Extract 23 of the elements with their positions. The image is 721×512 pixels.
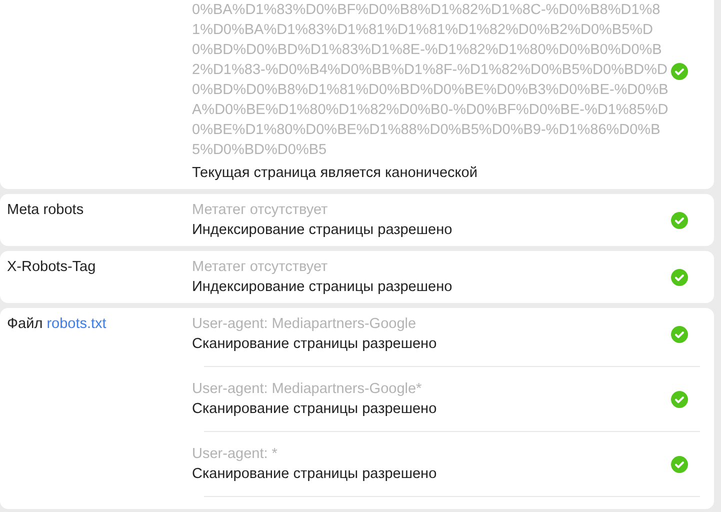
detail-text: User-agent: * [192,445,278,464]
detail-text: Метатег отсутствует [192,258,329,277]
url-text: 1%D0%BA%D1%83%D1%81%D1%81%D1%82%D0%B2%D0%B5%D [192,21,654,40]
result-text: Сканирование страницы разрешено [192,465,438,484]
url-text: 0%BE%D1%80%D0%BE%D1%88%D0%B5%D0%B9-%D1%86%D0%B [192,121,662,140]
url-text: A%D0%BE%D1%80%D1%82%D0%B0-%D0%BF%D0%BE-%D1%85%D [192,101,670,120]
url-text: 5%D0%BD%D0%B5 [192,141,328,160]
detail-text: Метатег отсутствует [192,201,329,220]
result-text: Сканирование страницы разрешено [192,335,438,354]
robots-link[interactable]: robots.txt [46,316,106,332]
result-text: Индексирование страницы разрешено [192,278,454,297]
section-label: Meta robots [7,202,84,218]
result-text: Текущая страница является канонической [192,164,478,183]
detail-text: User-agent: Mediapartners-Google [192,315,418,334]
result-text: Индексирование страницы разрешено [192,221,454,240]
url-text: 0%BA%D1%83%D0%BF%D0%B8%D1%82%D1%8C-%D0%B8%D1%8 [192,1,662,20]
url-text: 0%BD%D0%B8%D1%81%D0%BD%D0%BE%D0%B3%D0%BE-%D0%B [192,81,670,100]
section-label: X-Robots-Tag [7,259,96,275]
detail-text: User-agent: Mediapartners-Google* [192,380,423,399]
url-text: 0%BD%D0%BD%D1%83%D1%8E-%D1%82%D1%80%D0%B0%D0%B [192,41,663,60]
section-label: Файл [7,316,43,332]
result-text: Сканирование страницы разрешено [192,400,438,419]
url-text: 2%D1%83-%D0%B4%D0%BB%D1%8F-%D1%82%D0%B5%D0%BD%D [192,61,668,80]
